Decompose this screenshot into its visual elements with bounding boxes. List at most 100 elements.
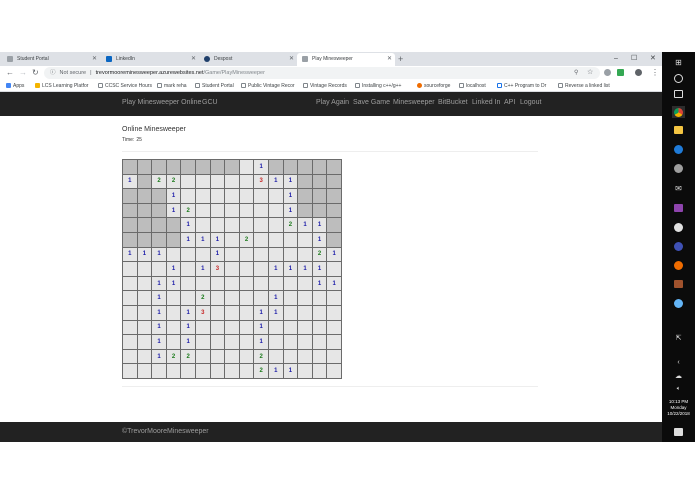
onedrive-icon[interactable]: ☁ (672, 370, 685, 382)
board-cell[interactable]: 1 (166, 262, 181, 276)
board-cell[interactable]: 1 (152, 349, 166, 364)
board-cell[interactable] (123, 160, 137, 174)
board-cell[interactable] (210, 189, 225, 203)
board-cell[interactable] (312, 306, 327, 320)
nav-minesweeper[interactable]: Minesweeper (393, 92, 435, 114)
board-cell[interactable] (239, 335, 254, 349)
board-cell[interactable] (210, 203, 225, 218)
app-icon[interactable] (672, 278, 685, 290)
nav-logout[interactable]: Logout (520, 92, 541, 114)
board-cell[interactable] (327, 364, 341, 378)
board-cell[interactable] (254, 262, 268, 276)
board-cell[interactable] (327, 349, 341, 364)
board-cell[interactable] (152, 203, 166, 218)
bookmark-item[interactable]: Public Vintage Recor (241, 80, 295, 92)
nav-play-again[interactable]: Play Again (316, 92, 349, 114)
extension-icon[interactable] (617, 69, 624, 76)
board-cell[interactable]: 1 (269, 306, 283, 320)
board-cell[interactable] (123, 320, 137, 335)
board-cell[interactable]: 1 (269, 291, 283, 305)
address-bar[interactable]: ⓘ Not secure | trevormooreminesweeper.azure… (44, 67, 600, 79)
board-cell[interactable] (298, 320, 312, 335)
search-icon[interactable]: ⚲ (574, 67, 578, 79)
board-cell[interactable] (196, 349, 210, 364)
board-cell[interactable]: 1 (283, 203, 298, 218)
board-cell[interactable]: 1 (123, 247, 137, 262)
board-cell[interactable] (166, 320, 181, 335)
board-cell[interactable] (298, 160, 312, 174)
board-cell[interactable]: 1 (152, 291, 166, 305)
board-cell[interactable] (137, 174, 152, 189)
board-cell[interactable] (123, 291, 137, 305)
board-cell[interactable] (239, 276, 254, 291)
bookmark-item[interactable]: Student Portal (195, 80, 234, 92)
board-cell[interactable] (327, 203, 341, 218)
board-cell[interactable] (137, 189, 152, 203)
board-cell[interactable] (225, 364, 239, 378)
tab-despost[interactable]: Despost ✕ (199, 53, 297, 66)
board-cell[interactable] (225, 306, 239, 320)
board-cell[interactable]: 1 (312, 218, 327, 232)
board-cell[interactable] (283, 247, 298, 262)
board-cell[interactable] (152, 218, 166, 232)
cortana-icon[interactable] (672, 72, 685, 84)
maximize-button[interactable]: ☐ (631, 52, 637, 65)
board-cell[interactable] (327, 189, 341, 203)
board-cell[interactable] (152, 160, 166, 174)
board-cell[interactable] (239, 306, 254, 320)
board-cell[interactable] (239, 218, 254, 232)
board-cell[interactable]: 1 (152, 320, 166, 335)
board-cell[interactable]: 2 (312, 247, 327, 262)
file-explorer-icon[interactable] (672, 124, 685, 136)
bookmark-item[interactable]: Reverse a linked list (558, 80, 610, 92)
board-cell[interactable]: 2 (181, 203, 195, 218)
board-cell[interactable]: 1 (283, 262, 298, 276)
back-icon[interactable]: ← (6, 67, 14, 79)
board-cell[interactable] (269, 203, 283, 218)
board-cell[interactable] (181, 160, 195, 174)
board-cell[interactable] (225, 174, 239, 189)
board-cell[interactable] (312, 160, 327, 174)
board-cell[interactable] (225, 160, 239, 174)
new-tab-button[interactable]: + (398, 52, 403, 66)
bookmark-item[interactable]: Installing c++/g++ (355, 80, 401, 92)
board-cell[interactable] (137, 160, 152, 174)
action-center-icon[interactable] (672, 426, 685, 438)
board-cell[interactable] (269, 276, 283, 291)
board-cell[interactable]: 1 (210, 247, 225, 262)
notification-icon[interactable]: ⇱ (672, 332, 685, 344)
board-cell[interactable] (225, 320, 239, 335)
board-cell[interactable]: 1 (298, 218, 312, 232)
bookmark-apps[interactable]: Apps (6, 80, 24, 92)
close-tab-icon[interactable]: ✕ (387, 53, 392, 65)
close-tab-icon[interactable]: ✕ (289, 53, 294, 65)
board-cell[interactable] (210, 276, 225, 291)
board-cell[interactable] (210, 160, 225, 174)
board-cell[interactable] (269, 218, 283, 232)
board-cell[interactable] (225, 247, 239, 262)
board-cell[interactable]: 1 (283, 174, 298, 189)
board-cell[interactable] (210, 174, 225, 189)
brand-link[interactable]: Play Minesweeper Online (122, 92, 201, 114)
board-cell[interactable] (269, 233, 283, 247)
board-cell[interactable] (123, 276, 137, 291)
board-cell[interactable] (210, 218, 225, 232)
board-cell[interactable] (239, 262, 254, 276)
board-cell[interactable] (123, 364, 137, 378)
board-cell[interactable] (298, 174, 312, 189)
board-cell[interactable]: 1 (152, 335, 166, 349)
board-cell[interactable] (166, 233, 181, 247)
board-cell[interactable] (269, 335, 283, 349)
board-cell[interactable] (196, 335, 210, 349)
board-cell[interactable] (123, 262, 137, 276)
board-cell[interactable] (298, 233, 312, 247)
board-cell[interactable] (298, 291, 312, 305)
board-cell[interactable] (312, 335, 327, 349)
nav-api[interactable]: API (504, 92, 515, 114)
close-tab-icon[interactable]: ✕ (191, 53, 196, 65)
board-cell[interactable] (269, 320, 283, 335)
board-cell[interactable] (181, 291, 195, 305)
bookmark-item[interactable]: Vintage Records (303, 80, 347, 92)
board-cell[interactable] (225, 189, 239, 203)
board-cell[interactable] (239, 174, 254, 189)
